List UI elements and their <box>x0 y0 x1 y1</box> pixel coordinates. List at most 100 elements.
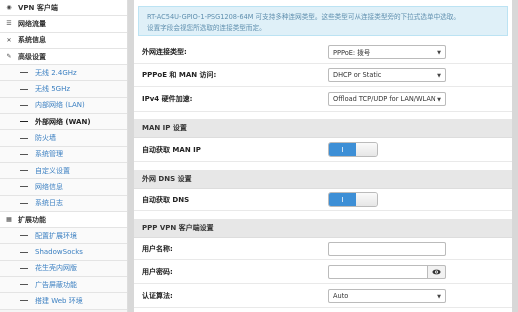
pppoe-man-label: PPPoE 和 MAN 访问: <box>142 71 217 79</box>
sidebar-item-advanced[interactable]: ✎ 高级设置 <box>0 48 127 66</box>
dash-icon <box>20 186 28 188</box>
dash-icon <box>20 235 28 237</box>
sidebar-subitem-admin[interactable]: 系统管理 <box>0 146 127 163</box>
wan-type-select[interactable]: PPPoE: 拨号 ▼ <box>328 45 446 59</box>
section-man-ip: MAN IP 设置 <box>134 119 512 138</box>
sidebar-subitem-label: 自定义设置 <box>35 166 70 175</box>
toggle-off-knob <box>356 193 377 206</box>
dash-icon <box>20 202 28 204</box>
hw-accel-row: IPv4 硬件加速: Offload TCP/UDP for LAN/WLAN … <box>134 87 512 112</box>
sidebar-subitem-oray[interactable]: 花生壳内网版 <box>0 260 127 278</box>
dash-icon <box>20 121 28 123</box>
sidebar-subitem-label: 广告屏蔽功能 <box>35 280 77 289</box>
main-panel: RT-AC54U-GPIO-1-PSG1208-64M 可支持多种连网类型。这些… <box>134 0 512 312</box>
pppoe-man-value: DHCP or Static <box>333 71 382 79</box>
sidebar-subitem-firewall[interactable]: 防火墙 <box>0 130 127 147</box>
sidebar-item-sysinfo[interactable]: ✕ 系统信息 <box>0 32 127 49</box>
sidebar-subitem-wifi-24[interactable]: 无线 2.4GHz <box>0 65 127 82</box>
sidebar-subitem-shadowsocks[interactable]: ShadowSocks <box>0 244 127 261</box>
hw-accel-value: Offload TCP/UDP for LAN/WLAN <box>333 95 436 103</box>
sidebar-item-traffic[interactable]: ☰ 网络流量 <box>0 16 127 33</box>
sidebar-subitem-web-env[interactable]: 搭建 Web 环境 <box>0 293 127 310</box>
ppp-auth-value: Auto <box>333 291 349 300</box>
wan-type-row: 外网连接类型: PPPoE: 拨号 ▼ <box>134 41 512 64</box>
ppp-pass-row: 用户密码: <box>134 260 512 284</box>
sidebar-subitem-custom[interactable]: 自定义设置 <box>0 162 127 180</box>
sidebar-item-label: 网络流量 <box>18 19 46 28</box>
chevron-down-icon: ▼ <box>437 73 441 79</box>
ppp-auth-select[interactable]: Auto ▼ <box>328 288 446 303</box>
sidebar-subitem-label: 花生壳内网版 <box>35 264 77 273</box>
sidebar-subitem-netinfo[interactable]: 网络信息 <box>0 179 127 196</box>
ppp-auth-row: 认证算法: Auto ▼ <box>134 284 512 308</box>
sidebar-subitem-lan[interactable]: 内部网络 (LAN) <box>0 97 127 115</box>
sidebar-subitem-label: ShadowSocks <box>35 248 83 257</box>
sidebar-subitem-label: 配置扩展环境 <box>35 231 77 240</box>
man-ip-auto-label: 自动获取 MAN IP <box>142 145 201 154</box>
sidebar-item-vpn-client[interactable]: ◉ VPN 客户端 <box>0 0 127 17</box>
wan-type-value: PPPoE: 拨号 <box>333 49 371 57</box>
toggle-off-knob <box>356 143 377 156</box>
sidebar-item-label: 系统信息 <box>18 36 46 45</box>
pppoe-man-row: PPPoE 和 MAN 访问: DHCP or Static ▼ <box>134 64 512 87</box>
info-alert: RT-AC54U-GPIO-1-PSG1208-64M 可支持多种连网类型。这些… <box>138 6 508 36</box>
alert-line-2: 设置字段会视您所选取的连接类型而定。 <box>147 24 266 32</box>
ppp-username-input[interactable] <box>328 241 446 256</box>
sidebar-subitem-label: 网络信息 <box>35 182 63 191</box>
dash-icon <box>20 251 28 253</box>
eye-icon-graphic <box>432 269 441 274</box>
ppp-user-label: 用户名称: <box>142 244 173 253</box>
toggle-on-indicator: I <box>329 143 356 156</box>
list-icon: ☰ <box>6 20 12 28</box>
sidebar-subitem-label: 搭建 Web 环境 <box>35 296 83 305</box>
dash-icon <box>20 170 28 172</box>
shuffle-icon: ✕ <box>6 36 12 44</box>
toggle-on-indicator: I <box>329 193 356 206</box>
chevron-down-icon: ▼ <box>437 50 441 56</box>
sidebar-subitem-syslog[interactable]: 系统日志 <box>0 195 127 212</box>
sidebar-subitem-label: 防火墙 <box>35 134 56 143</box>
hw-accel-select[interactable]: Offload TCP/UDP for LAN/WLAN ▼ <box>328 92 446 106</box>
ppp-password-input[interactable] <box>328 264 428 279</box>
dns-auto-row: 自动获取 DNS I <box>134 189 512 211</box>
ppp-auth-label: 认证算法: <box>142 291 173 300</box>
sidebar-item-extensions[interactable]: ▦ 扩展功能 <box>0 211 127 229</box>
main-scrollbar[interactable] <box>512 0 518 312</box>
sidebar-item-label: VPN 客户端 <box>18 3 58 12</box>
sidebar-subitem-label: 系统管理 <box>35 150 63 159</box>
man-ip-auto-row: 自动获取 MAN IP I <box>134 138 512 162</box>
sidebar-subitem-wifi-5[interactable]: 无线 5GHz <box>0 81 127 98</box>
chevron-down-icon: ▼ <box>435 97 441 103</box>
sidebar-subitem-label: 外部网络 (WAN) <box>35 117 91 126</box>
sidebar-subitem-ext-config[interactable]: 配置扩展环境 <box>0 228 127 245</box>
dash-icon <box>20 267 28 269</box>
wan-type-label: 外网连接类型: <box>142 48 187 56</box>
sidebar-subitem-label: 无线 5GHz <box>35 85 71 94</box>
dash-icon <box>20 153 28 155</box>
dash-icon <box>20 284 28 286</box>
ppp-password-group <box>328 264 446 279</box>
dash-icon <box>20 300 28 302</box>
alert-line-1: RT-AC54U-GPIO-1-PSG1208-64M 可支持多种连网类型。这些… <box>147 13 460 21</box>
sidebar-item-label: 扩展功能 <box>18 215 46 224</box>
eye-icon[interactable] <box>428 264 446 279</box>
router-admin-page: ◉ VPN 客户端 ☰ 网络流量 ✕ 系统信息 ✎ 高级设置 无线 2.4GHz… <box>0 0 518 312</box>
dash-icon <box>20 137 28 139</box>
sidebar: ◉ VPN 客户端 ☰ 网络流量 ✕ 系统信息 ✎ 高级设置 无线 2.4GHz… <box>0 0 128 312</box>
chevron-down-icon: ▼ <box>437 293 441 300</box>
sidebar-item-label: 高级设置 <box>18 52 46 61</box>
hw-accel-label: IPv4 硬件加速: <box>142 95 193 103</box>
dash-icon <box>20 104 28 106</box>
man-ip-auto-toggle[interactable]: I <box>328 142 378 157</box>
sidebar-subitem-adblock[interactable]: 广告屏蔽功能 <box>0 277 127 294</box>
sidebar-subitem-wan[interactable]: 外部网络 (WAN) <box>0 114 127 131</box>
dns-auto-toggle[interactable]: I <box>328 192 378 207</box>
dash-icon <box>20 88 28 90</box>
section-ppp-vpn: PPP VPN 客户端设置 <box>134 219 512 238</box>
globe-icon: ◉ <box>6 4 12 12</box>
section-wan-dns: 外网 DNS 设置 <box>134 170 512 189</box>
pppoe-man-select[interactable]: DHCP or Static ▼ <box>328 68 446 82</box>
wrench-icon: ✎ <box>6 53 12 61</box>
dash-icon <box>20 72 28 74</box>
sidebar-subitem-label: 内部网络 (LAN) <box>35 101 85 110</box>
